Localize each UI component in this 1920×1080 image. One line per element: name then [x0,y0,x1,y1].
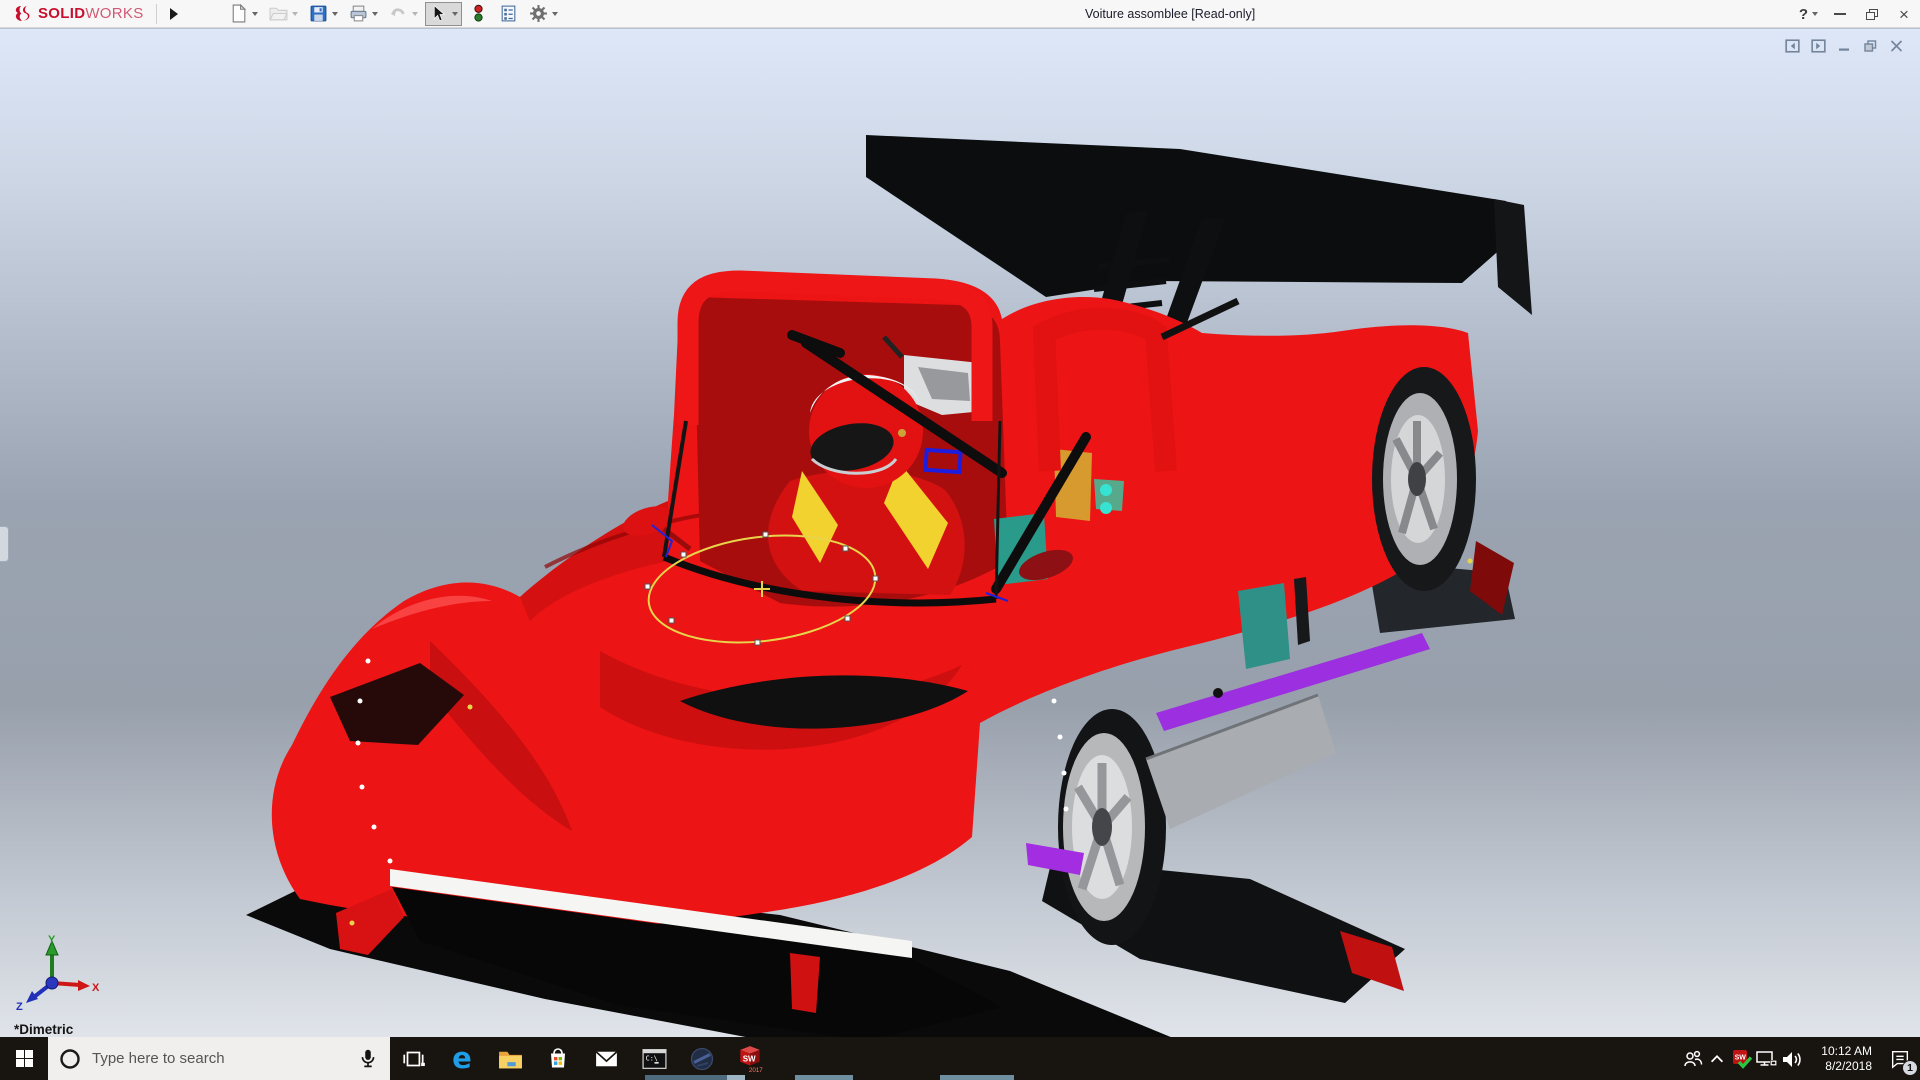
network-button[interactable] [1754,1037,1779,1080]
restore-button[interactable] [1862,2,1882,26]
print-button[interactable] [345,2,382,26]
svg-text:SW: SW [1734,1054,1746,1061]
microsoft-store-button[interactable] [534,1037,582,1080]
solidworks-app-button[interactable]: SW 2017 [726,1037,774,1080]
triad-x-label: X [92,982,100,994]
chevron-up-icon [1708,1050,1726,1068]
action-center-button[interactable]: 1 [1880,1037,1920,1080]
taskbar-clock[interactable]: 10:12 AM 8/2/2018 [1810,1044,1872,1074]
taskbar-search[interactable] [48,1037,390,1080]
taskbar-app-icons: e [390,1037,774,1080]
svg-text:2017: 2017 [749,1067,763,1073]
hidden-icons-button[interactable] [1704,1037,1729,1080]
file-explorer-button[interactable] [486,1037,534,1080]
file-properties-button[interactable] [495,2,522,26]
standard-toolbar [225,2,562,26]
help-button[interactable]: ? [1799,2,1818,26]
cortana-icon [58,1047,82,1071]
title-bar: SOLIDWORKS [0,0,1920,28]
rebuild-button[interactable] [465,2,492,26]
system-tray: SW 10:12 AM 8/2/2018 [1679,1037,1920,1080]
task-view-icon [401,1046,427,1072]
mail-icon [593,1046,620,1072]
command-prompt-icon: C:\ [641,1046,668,1072]
options-button[interactable] [525,2,562,26]
solidworks-logo: SOLIDWORKS [10,4,144,24]
minimize-document-button[interactable] [1837,39,1852,53]
command-prompt-button[interactable]: C:\ [630,1037,678,1080]
edge-button[interactable]: e [438,1037,486,1080]
network-icon [1755,1048,1778,1070]
new-document-button[interactable] [225,2,262,26]
undo-arrow-icon [389,4,408,23]
toolbar-separator [156,4,157,24]
dassault-3s-mark-icon [10,4,34,24]
dark-sphere-app-icon [689,1046,715,1072]
solidworks-window: SOLIDWORKS [0,0,1920,1080]
window-controls: ? × [1799,0,1914,28]
search-input[interactable] [92,1050,346,1067]
people-button[interactable] [1679,1037,1704,1080]
microphone-icon[interactable] [356,1046,380,1072]
printer-icon [349,4,368,23]
volume-button[interactable] [1779,1037,1804,1080]
people-icon [1681,1048,1703,1070]
running-app-indicator [940,1075,1014,1080]
undo-button[interactable] [385,2,422,26]
file-explorer-icon [497,1046,524,1072]
window-title: Voiture assomblee [Read-only] [1085,0,1255,28]
previous-window-button[interactable] [1785,39,1800,53]
running-app-indicator [795,1075,853,1080]
triad-z-label: Z [16,1001,23,1011]
select-cursor-icon [429,4,448,23]
save-button[interactable] [305,2,342,26]
solidworks-monitor-icon: SW [1731,1048,1753,1070]
close-document-button[interactable] [1889,39,1904,53]
brand-text: SOLIDWORKS [38,5,144,22]
svg-text:C:\: C:\ [645,1054,657,1062]
select-tool-button[interactable] [425,2,462,26]
view-orientation-label: *Dimetric [14,1022,73,1037]
solidworks-monitor-button[interactable]: SW [1729,1037,1754,1080]
microsoft-store-icon [545,1045,571,1072]
open-document-button[interactable] [265,2,302,26]
gear-icon [529,4,548,23]
document-window-controls [1785,39,1904,53]
clock-time: 10:12 AM [1810,1044,1872,1059]
menu-expand-arrow-icon[interactable] [165,3,183,25]
next-window-button[interactable] [1811,39,1826,53]
solidworks-2017-icon: SW 2017 [736,1044,764,1073]
clock-date: 8/2/2018 [1810,1059,1872,1074]
notification-badge: 1 [1902,1060,1918,1076]
windows-taskbar: e [0,1037,1920,1080]
task-view-button[interactable] [390,1037,438,1080]
restore-document-button[interactable] [1863,39,1878,53]
close-button[interactable]: × [1894,2,1914,26]
file-properties-icon [499,4,518,23]
svg-text:SW: SW [743,1055,756,1064]
start-button[interactable] [0,1037,48,1080]
running-app-indicator [645,1075,727,1080]
panel-collapse-tab[interactable] [0,526,9,562]
new-document-icon [229,4,248,23]
3d-viewport[interactable]: Y X Z *Dimetric [0,28,1920,1037]
race-car-model [0,29,1920,1037]
minimize-button[interactable] [1830,2,1850,26]
volume-icon [1780,1048,1803,1070]
windows-logo-icon [16,1050,33,1067]
dark-sphere-app-button[interactable] [678,1037,726,1080]
edge-icon: e [452,1044,472,1073]
orientation-triad: Y X Z [8,933,100,1011]
running-app-indicator [727,1075,745,1080]
open-folder-icon [269,4,288,23]
triad-y-label: Y [48,934,56,946]
rebuild-traffic-light-icon [469,4,488,23]
mail-button[interactable] [582,1037,630,1080]
save-floppy-icon [309,4,328,23]
